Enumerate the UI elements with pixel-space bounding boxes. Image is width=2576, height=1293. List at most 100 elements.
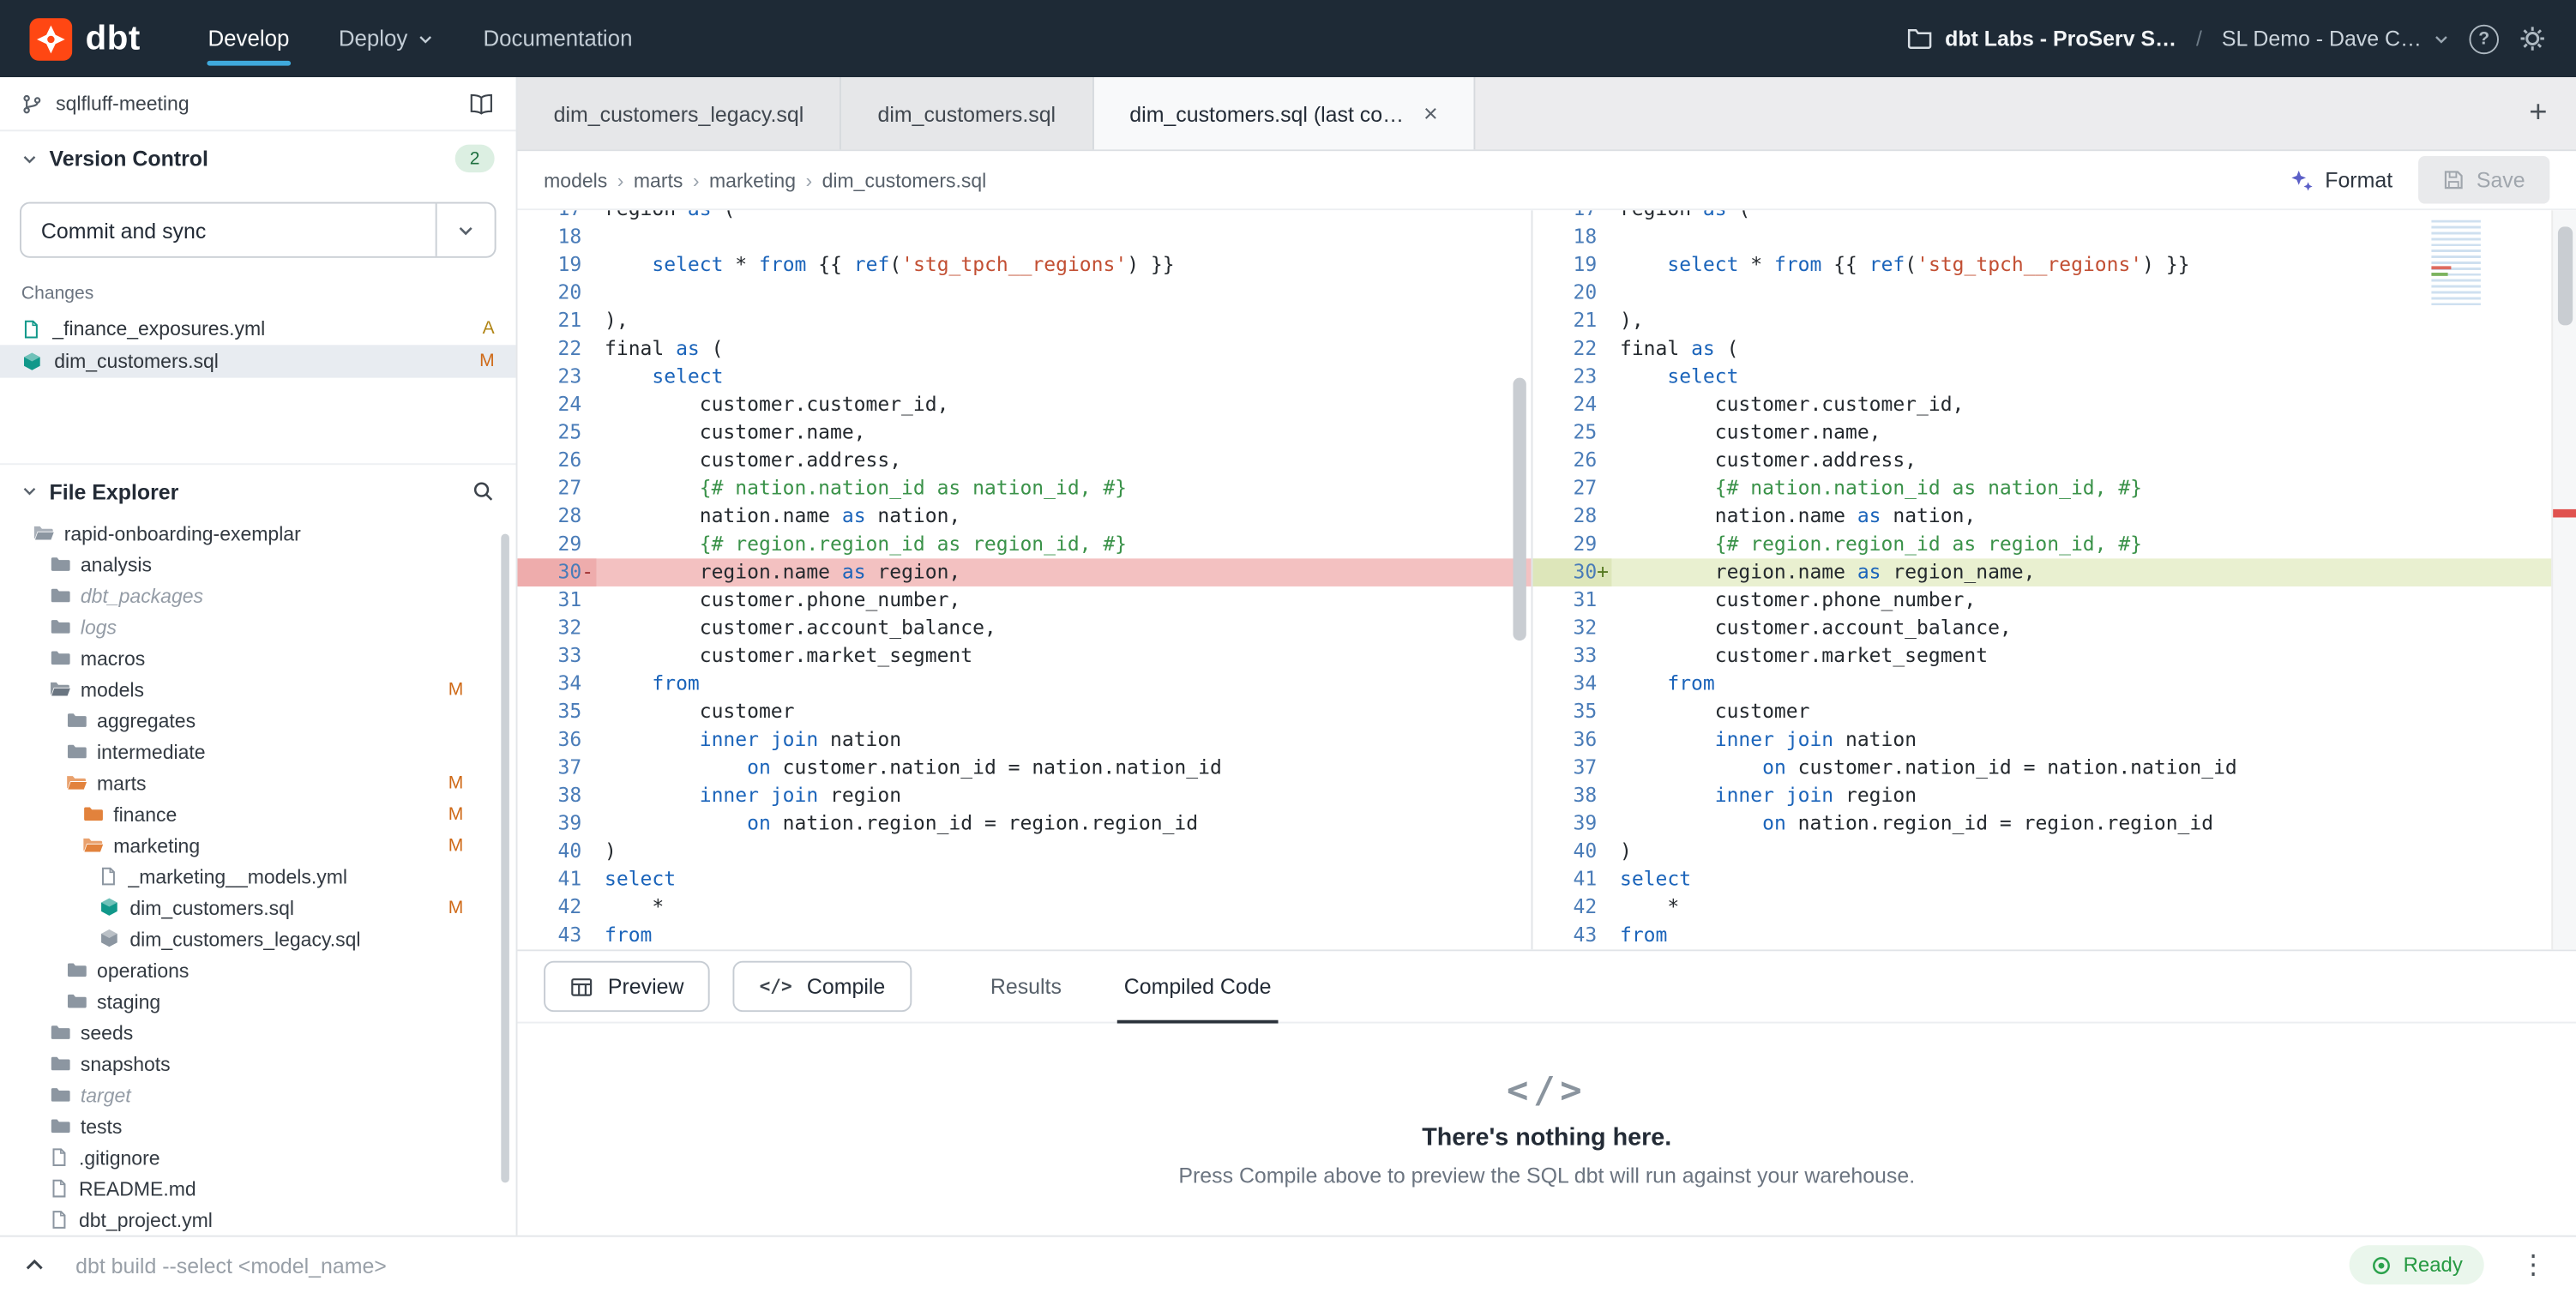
- code-line[interactable]: 24 customer.customer_id,: [1532, 391, 2576, 419]
- settings-gear-icon[interactable]: [2519, 25, 2547, 53]
- code-line[interactable]: 38 inner join region: [517, 782, 1531, 810]
- compile-button[interactable]: </> Compile: [733, 961, 912, 1012]
- tree-item[interactable]: tests: [0, 1110, 516, 1141]
- tree-item[interactable]: dbt_packages: [0, 580, 516, 610]
- code-line[interactable]: 18: [1532, 224, 2576, 252]
- editor-scrollbar-thumb[interactable]: [2558, 226, 2573, 325]
- chevron-up-icon[interactable]: [23, 1254, 46, 1277]
- code-line[interactable]: 23 select: [1532, 363, 2576, 391]
- tree-item[interactable]: seeds: [0, 1017, 516, 1048]
- code-line[interactable]: 29 {# region.region_id as region_id, #}: [1532, 531, 2576, 559]
- tree-item[interactable]: aggregates: [0, 705, 516, 736]
- code-line[interactable]: 17 region as (: [1532, 210, 2576, 223]
- tab-dim-customers[interactable]: dim_customers.sql: [841, 77, 1093, 149]
- commit-options-caret[interactable]: [436, 204, 495, 256]
- code-line[interactable]: 25 customer.name,: [517, 419, 1531, 448]
- code-line[interactable]: 17 region as (: [517, 210, 1531, 223]
- editor-scrollbar[interactable]: [2551, 210, 2576, 949]
- tab-compiled-code[interactable]: Compiled Code: [1117, 950, 1278, 1022]
- code-line[interactable]: 30+ region.name as region_name,: [1532, 558, 2576, 586]
- code-line[interactable]: 33 customer.market_segment: [1532, 642, 2576, 671]
- code-line[interactable]: 41 select: [1532, 866, 2576, 894]
- tree-item[interactable]: snapshots: [0, 1048, 516, 1079]
- project-selector[interactable]: SL Demo - Dave C…: [2222, 27, 2450, 51]
- code-line[interactable]: 22 final as (: [1532, 335, 2576, 364]
- code-line[interactable]: 35 customer: [1532, 698, 2576, 726]
- code-line[interactable]: 20: [1532, 280, 2576, 308]
- code-line[interactable]: 40 ): [517, 838, 1531, 866]
- code-line[interactable]: 25 customer.name,: [1532, 419, 2576, 448]
- code-line[interactable]: 24 customer.customer_id,: [517, 391, 1531, 419]
- tree-item[interactable]: martsM: [0, 767, 516, 798]
- nav-documentation[interactable]: Documentation: [459, 0, 657, 77]
- code-line[interactable]: 27 {# nation.nation_id as nation_id, #}: [1532, 475, 2576, 503]
- code-line[interactable]: 35 customer: [517, 698, 1531, 726]
- tree-item[interactable]: dim_customers.sqlM: [0, 892, 516, 923]
- code-line[interactable]: 42 *: [1532, 893, 2576, 922]
- code-line[interactable]: 20: [517, 280, 1531, 308]
- code-line[interactable]: 31 customer.phone_number,: [517, 586, 1531, 615]
- commit-and-sync-button[interactable]: Commit and sync: [21, 204, 436, 256]
- code-line[interactable]: 36 inner join nation: [517, 726, 1531, 755]
- tree-item[interactable]: _marketing__models.yml: [0, 861, 516, 892]
- dbt-logo[interactable]: dbt: [29, 17, 140, 60]
- tree-item[interactable]: macros: [0, 642, 516, 673]
- code-line[interactable]: 36 inner join nation: [1532, 726, 2576, 755]
- code-line[interactable]: 33 customer.market_segment: [517, 642, 1531, 671]
- command-input[interactable]: dbt build --select <model_name>: [75, 1253, 2320, 1278]
- format-button[interactable]: Format: [2274, 158, 2409, 202]
- left-pane-scrollbar[interactable]: [1513, 378, 1526, 641]
- tree-item[interactable]: dim_customers_legacy.sql: [0, 923, 516, 954]
- nav-deploy[interactable]: Deploy: [314, 0, 459, 77]
- code-line[interactable]: 22 final as (: [517, 335, 1531, 364]
- code-line[interactable]: 21 ),: [1532, 307, 2576, 335]
- tree-item[interactable]: logs: [0, 611, 516, 642]
- code-line[interactable]: 19 select * from {{ ref('stg_tpch__regio…: [517, 251, 1531, 280]
- code-line[interactable]: 43 from: [517, 922, 1531, 950]
- code-line[interactable]: 34 from: [1532, 671, 2576, 699]
- tree-item[interactable]: dbt_project.yml: [0, 1204, 516, 1235]
- new-tab-button[interactable]: +: [2501, 77, 2576, 149]
- code-line[interactable]: 38 inner join region: [1532, 782, 2576, 810]
- changed-file[interactable]: dim_customers.sqlM: [0, 345, 516, 377]
- code-line[interactable]: 28 nation.name as nation,: [517, 502, 1531, 531]
- diff-pane-original[interactable]: 17 region as (18 19 select * from {{ ref…: [517, 210, 1532, 949]
- code-line[interactable]: 31 customer.phone_number,: [1532, 586, 2576, 615]
- diff-pane-modified[interactable]: 17 region as (18 19 select * from {{ ref…: [1532, 210, 2576, 949]
- minimap[interactable]: [2431, 220, 2480, 306]
- tree-item[interactable]: modelsM: [0, 673, 516, 704]
- code-line[interactable]: 26 customer.address,: [517, 447, 1531, 475]
- nav-develop[interactable]: Develop: [184, 0, 314, 77]
- code-line[interactable]: 43 from: [1532, 922, 2576, 950]
- preview-button[interactable]: Preview: [544, 961, 710, 1012]
- tree-item[interactable]: staging: [0, 985, 516, 1016]
- branch-name[interactable]: sqlfluff-meeting: [56, 92, 189, 115]
- code-line[interactable]: 39 on nation.region_id = region.region_i…: [1532, 809, 2576, 838]
- sidebar-scrollbar[interactable]: [501, 534, 509, 1183]
- code-line[interactable]: 42 *: [517, 893, 1531, 922]
- code-line[interactable]: 23 select: [517, 363, 1531, 391]
- help-icon[interactable]: ?: [2469, 24, 2498, 53]
- kebab-menu-icon[interactable]: ⋮: [2513, 1248, 2553, 1281]
- close-tab-icon[interactable]: ×: [1423, 99, 1438, 128]
- docs-book-icon[interactable]: [468, 93, 495, 114]
- code-line[interactable]: 37 on customer.nation_id = nation.nation…: [1532, 754, 2576, 782]
- tree-item[interactable]: intermediate: [0, 736, 516, 767]
- code-line[interactable]: 26 customer.address,: [1532, 447, 2576, 475]
- code-line[interactable]: 41 select: [517, 866, 1531, 894]
- save-button[interactable]: Save: [2419, 156, 2550, 204]
- code-line[interactable]: 19 select * from {{ ref('stg_tpch__regio…: [1532, 251, 2576, 280]
- tree-item[interactable]: financeM: [0, 798, 516, 829]
- code-line[interactable]: 34 from: [517, 671, 1531, 699]
- changed-file[interactable]: _finance_exposures.ymlA: [0, 312, 516, 345]
- code-line[interactable]: 30- region.name as region,: [517, 558, 1531, 586]
- code-line[interactable]: 18: [517, 224, 1531, 252]
- tree-item[interactable]: operations: [0, 954, 516, 985]
- tree-item[interactable]: analysis: [0, 549, 516, 580]
- account-selector[interactable]: dbt Labs - ProServ S…: [1907, 27, 2176, 51]
- code-line[interactable]: 32 customer.account_balance,: [1532, 615, 2576, 643]
- tree-item[interactable]: .gitignore: [0, 1141, 516, 1172]
- code-line[interactable]: 27 {# nation.nation_id as nation_id, #}: [517, 475, 1531, 503]
- code-line[interactable]: 37 on customer.nation_id = nation.nation…: [517, 754, 1531, 782]
- code-line[interactable]: 40 ): [1532, 838, 2576, 866]
